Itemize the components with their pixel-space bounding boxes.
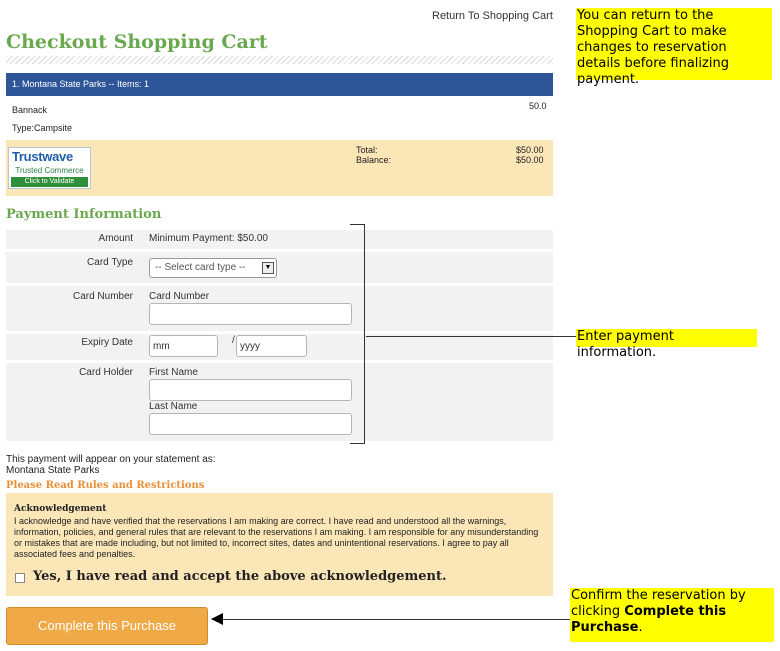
callout-connector-purchase [212, 619, 570, 620]
payment-section-title: Payment Information [6, 207, 162, 222]
amount-row: Amount Minimum Payment: $50.00 [6, 230, 553, 249]
statement-notice: This payment will appear on your stateme… [6, 454, 216, 465]
payment-fields-bracket [350, 224, 365, 444]
balance-label: Balance: [356, 155, 392, 165]
callout-connector-payment [366, 336, 576, 337]
acknowledgement-text: I acknowledge and have verified that the… [14, 516, 539, 559]
first-name-input[interactable] [149, 379, 352, 401]
card-type-select[interactable]: -- Select card type -- ▼ [149, 258, 277, 278]
amount-value: Minimum Payment: $50.00 [149, 233, 268, 244]
callout-confirm-suffix: . [638, 620, 643, 635]
return-to-cart-link[interactable]: Return To Shopping Cart [432, 10, 553, 22]
card-holder-label: Card Holder [79, 367, 133, 378]
acknowledgement-checkbox[interactable] [15, 573, 25, 583]
cart-item-price: 50.0 [529, 101, 547, 111]
trustwave-subtitle: Trusted Commerce [15, 166, 84, 175]
title-divider [6, 56, 553, 64]
trustwave-validate-button[interactable]: Click to Validate [11, 177, 88, 187]
card-holder-row: Card Holder First Name Last Name [6, 363, 553, 441]
acknowledgement-title: Acknowledgement [14, 504, 107, 514]
card-type-selected-value: -- Select card type -- [155, 262, 246, 273]
total-value: $50.00 [516, 145, 544, 155]
amount-label: Amount [98, 233, 133, 244]
complete-purchase-button[interactable]: Complete this Purchase [6, 607, 208, 645]
cart-item-type: Type:Campsite [12, 123, 73, 133]
callout-confirm-purchase: Confirm the reservation by clicking Comp… [570, 588, 774, 642]
acknowledgement-box: Acknowledgement I acknowledge and have v… [6, 493, 553, 596]
callout-return-cart: You can return to the Shopping Cart to m… [576, 8, 772, 87]
trustwave-seal[interactable]: Trustwave Trusted Commerce Click to Vali… [8, 147, 91, 189]
expiry-row: Expiry Date / [6, 334, 553, 360]
callout-payment-info: Enter payment information. [576, 329, 757, 360]
card-number-sub-label: Card Number [149, 291, 210, 302]
card-type-label: Card Type [87, 257, 133, 268]
last-name-input[interactable] [149, 413, 352, 435]
expiry-separator: / [232, 335, 235, 346]
card-number-input[interactable] [149, 303, 352, 325]
cart-item-name: Bannack [12, 105, 48, 115]
total-label: Total: [356, 145, 378, 155]
first-name-label: First Name [149, 367, 198, 378]
card-number-label: Card Number [72, 291, 133, 302]
expiry-label: Expiry Date [81, 337, 133, 348]
page-title: Checkout Shopping Cart [6, 31, 268, 53]
expiry-month-input[interactable] [149, 335, 218, 357]
balance-value: $50.00 [516, 155, 544, 165]
card-number-row: Card Number Card Number [6, 286, 553, 331]
chevron-down-icon[interactable]: ▼ [262, 262, 274, 274]
card-type-row: Card Type -- Select card type -- ▼ [6, 252, 553, 283]
trustwave-logo-text: Trustwave [12, 149, 73, 164]
last-name-label: Last Name [149, 401, 198, 412]
cart-section-header: 1. Montana State Parks -- Items: 1 [6, 73, 553, 96]
acknowledgement-checkbox-label[interactable]: Yes, I have read and accept the above ac… [33, 569, 447, 584]
expiry-year-input[interactable] [236, 335, 307, 357]
rules-restrictions-link[interactable]: Please Read Rules and Restrictions [6, 480, 204, 491]
statement-name: Montana State Parks [6, 465, 100, 476]
arrow-left-icon [211, 613, 223, 625]
